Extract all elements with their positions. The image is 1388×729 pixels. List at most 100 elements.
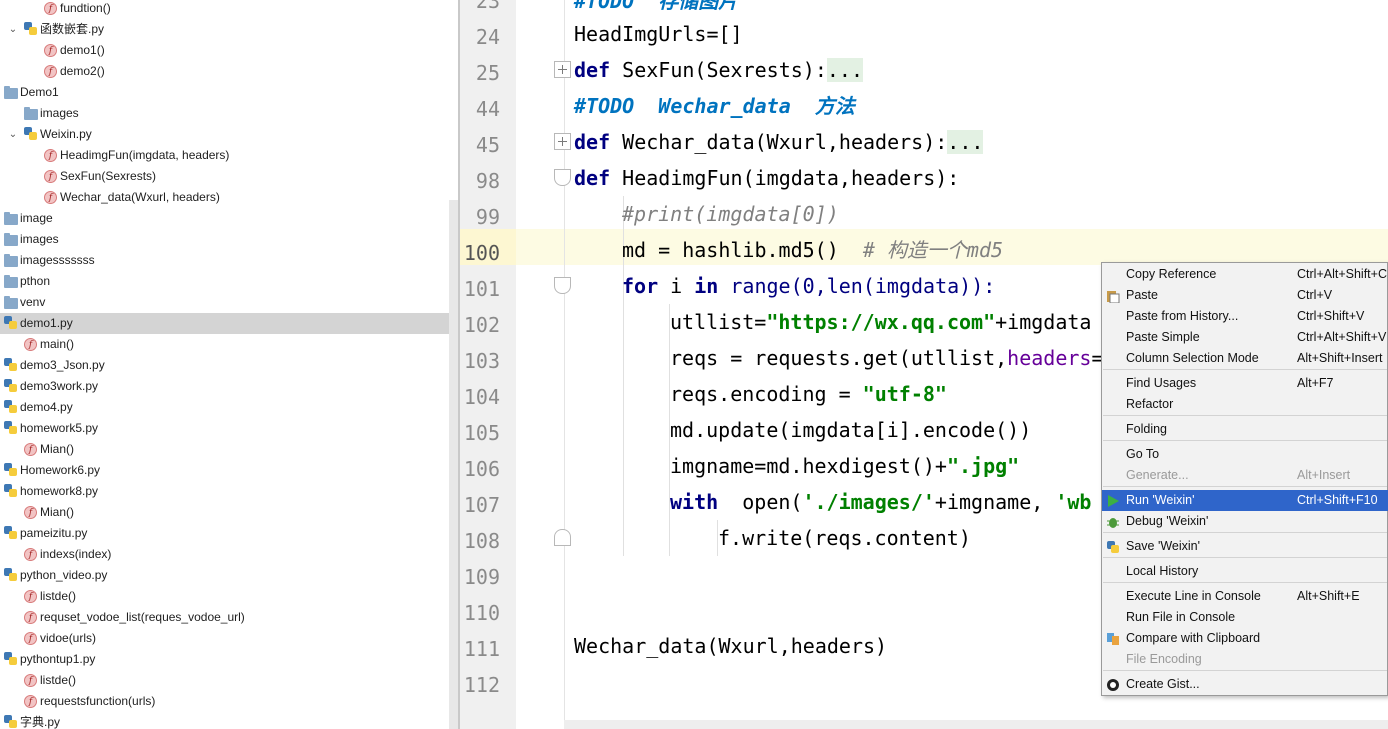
fold-collapse-icon[interactable] [554, 169, 571, 186]
tree-item[interactable]: images [0, 103, 449, 124]
expand-arrow-icon[interactable]: ⌄ [8, 124, 18, 145]
menu-item-label: Column Selection Mode [1126, 351, 1259, 365]
line-number: 24 [475, 25, 500, 49]
tree-item[interactable]: demo1.py [0, 313, 449, 334]
expand-arrow-icon[interactable]: ⌄ [8, 19, 18, 40]
function-icon [44, 0, 57, 20]
tree-item[interactable]: SexFun(Sexrests) [0, 166, 449, 188]
horizontal-scrollbar[interactable] [564, 720, 1388, 729]
tree-item[interactable]: 字典.py [0, 712, 449, 729]
fold-end-icon[interactable] [554, 529, 571, 546]
python-file-icon [4, 358, 17, 372]
tree-item[interactable]: Wechar_data(Wxurl, headers) [0, 187, 449, 209]
menu-item-shortcut: Ctrl+V [1297, 288, 1333, 302]
menu-item-execute-line-in-console[interactable]: Execute Line in Console Alt+Shift+E [1102, 586, 1388, 607]
tree-item[interactable]: Mian() [0, 502, 449, 524]
menu-item-shortcut: Ctrl+Alt+Shift+V [1297, 330, 1387, 344]
menu-item-paste[interactable]: Paste Ctrl+V [1102, 285, 1388, 306]
tree-scrollbar[interactable] [449, 200, 458, 729]
tree-item[interactable]: indexs(index) [0, 544, 449, 566]
menu-item-paste-simple[interactable]: Paste Simple Ctrl+Alt+Shift+V [1102, 327, 1388, 348]
code-line-101: for i in range(0,len(imgdata)): [622, 268, 995, 304]
menu-item-local-history[interactable]: Local History [1102, 561, 1388, 582]
code-line-102: utllist="https://wx.qq.com"+imgdata [670, 304, 1091, 340]
tree-item[interactable]: demo3_Json.py [0, 355, 449, 376]
tree-item[interactable]: image [0, 208, 449, 229]
tree-item[interactable]: python_video.py [0, 565, 449, 586]
folder-icon [4, 296, 18, 309]
menu-item-paste-from-history[interactable]: Paste from History... Ctrl+Shift+V [1102, 306, 1388, 327]
folded-code[interactable]: ... [947, 130, 984, 154]
code-line-98: def HeadimgFun(imgdata,headers): [574, 160, 959, 196]
tree-item[interactable]: demo1() [0, 40, 449, 62]
menu-item-label: Generate... [1126, 468, 1189, 482]
fold-expand-icon[interactable] [554, 61, 571, 78]
tree-item-label: homework5.py [20, 421, 99, 435]
menu-item-run-file-in-console[interactable]: Run File in Console [1102, 607, 1388, 628]
tree-item[interactable]: demo2() [0, 61, 449, 83]
tree-item[interactable]: listde() [0, 670, 449, 692]
tree-item[interactable]: vidoe(urls) [0, 628, 449, 650]
tree-item[interactable]: Homework6.py [0, 460, 449, 481]
python-file-icon [4, 379, 17, 393]
tree-item[interactable]: imagesssssss [0, 250, 449, 271]
tree-item[interactable]: pameizitu.py [0, 523, 449, 544]
fold-expand-icon[interactable] [554, 133, 571, 150]
menu-item-refactor[interactable]: Refactor [1102, 394, 1388, 415]
tree-item[interactable]: images [0, 229, 449, 250]
python-file-icon [4, 484, 17, 498]
tree-item[interactable]: fundtion() [0, 0, 449, 20]
menu-item-folding[interactable]: Folding [1102, 419, 1388, 440]
line-number: 23 [475, 0, 500, 13]
tree-item[interactable]: pythontup1.py [0, 649, 449, 670]
keyword: def [574, 130, 611, 154]
line-number: 44 [475, 97, 500, 121]
tree-item[interactable]: Mian() [0, 439, 449, 461]
code-text: Wechar_data(Wxurl,headers) [574, 634, 888, 658]
tree-item[interactable]: pthon [0, 271, 449, 292]
menu-item-copy-reference[interactable]: Copy Reference Ctrl+Alt+Shift+C [1102, 264, 1388, 285]
tree-item[interactable]: requset_vodoe_list(reques_vodoe_url) [0, 607, 449, 629]
menu-item-save-weixin[interactable]: Save 'Weixin' [1102, 536, 1388, 557]
tree-item[interactable]: requestsfunction(urls) [0, 691, 449, 713]
fold-collapse-icon[interactable] [554, 277, 571, 294]
keyword: def [574, 166, 611, 190]
tree-item[interactable]: venv [0, 292, 449, 313]
tree-item[interactable]: ⌄ Weixin.py [0, 124, 449, 145]
folder-icon [4, 233, 18, 246]
gutter-divider [564, 0, 565, 729]
menu-item-find-usages[interactable]: Find Usages Alt+F7 [1102, 373, 1388, 394]
code-text: open( [718, 490, 803, 514]
tree-item-label: demo4.py [20, 400, 73, 414]
keyword: with [670, 490, 719, 514]
tree-item[interactable]: homework5.py [0, 418, 449, 439]
menu-item-file-encoding[interactable]: File Encoding [1102, 649, 1388, 670]
tree-item[interactable]: listde() [0, 586, 449, 608]
code-text: +imgdata [995, 310, 1092, 334]
function-icon [24, 629, 37, 650]
function-icon [44, 146, 57, 167]
menu-item-label: Go To [1126, 447, 1160, 461]
menu-item-debug-weixin[interactable]: Debug 'Weixin' [1102, 511, 1388, 532]
tree-item[interactable]: demo3work.py [0, 376, 449, 397]
tree-item[interactable]: demo4.py [0, 397, 449, 418]
menu-item-generate[interactable]: Generate... Alt+Insert [1102, 465, 1388, 486]
menu-item-compare-with-clipboard[interactable]: Compare with Clipboard [1102, 628, 1388, 649]
menu-item-shortcut: Alt+Insert [1297, 468, 1351, 482]
function-icon [24, 503, 37, 524]
tree-item[interactable]: homework8.py [0, 481, 449, 502]
menu-item-column-selection-mode[interactable]: Column Selection Mode Alt+Shift+Insert [1102, 348, 1388, 369]
menu-item-run-weixin[interactable]: Run 'Weixin' Ctrl+Shift+F10 [1102, 490, 1388, 511]
tree-item[interactable]: main() [0, 334, 449, 356]
menu-item-create-gist[interactable]: Create Gist... [1102, 674, 1388, 695]
editor-context-menu: Copy Reference Ctrl+Alt+Shift+C Paste Ctrl+… [1101, 262, 1388, 696]
tree-item[interactable]: ⌄ 函数嵌套.py [0, 19, 449, 40]
tree-item[interactable]: HeadimgFun(imgdata, headers) [0, 145, 449, 167]
code-line-104: reqs.encoding = "utf-8" [670, 376, 947, 412]
run-icon [1106, 494, 1120, 508]
menu-item-label: Paste from History... [1126, 309, 1239, 323]
folded-code[interactable]: ... [826, 58, 863, 82]
line-number: 108 [463, 529, 500, 553]
tree-item[interactable]: Demo1 [0, 82, 449, 103]
menu-item-go-to[interactable]: Go To [1102, 444, 1388, 465]
